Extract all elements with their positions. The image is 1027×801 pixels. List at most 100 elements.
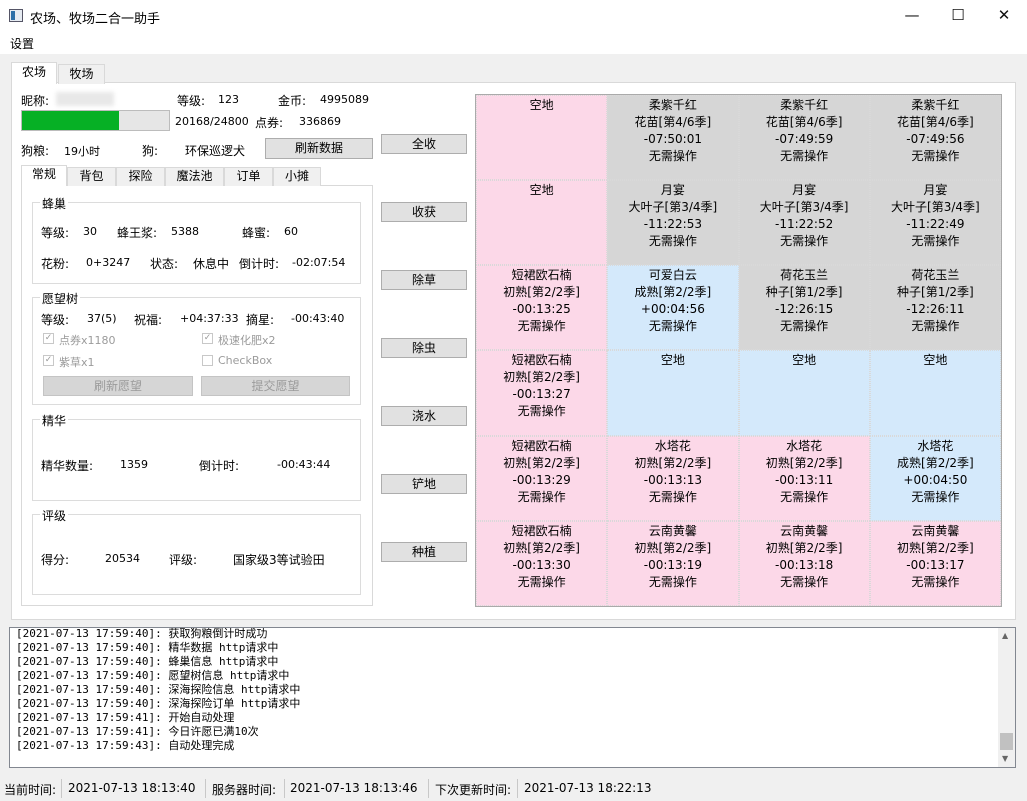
points-value: 336869 bbox=[299, 115, 341, 128]
menu-settings[interactable]: 设置 bbox=[10, 35, 34, 52]
checkbox-generic[interactable] bbox=[202, 355, 213, 366]
status-separator bbox=[428, 779, 429, 798]
plot-line: 初熟[第2/2季] bbox=[634, 540, 712, 555]
farm-plot[interactable]: 空地 bbox=[607, 350, 739, 436]
plot-line: 大叶子[第3/4季] bbox=[759, 200, 849, 215]
points-label: 点券: bbox=[255, 116, 284, 130]
essence-countdown-label: 倒计时: bbox=[199, 459, 240, 473]
farm-plot[interactable]: 月宴 大叶子[第3/4季] -11:22:52 无需操作 bbox=[738, 180, 870, 266]
farm-plot[interactable]: 荷花玉兰 种子[第1/2季] -12:26:15 无需操作 bbox=[738, 265, 870, 351]
plot-line: 云南黄馨 bbox=[911, 523, 960, 538]
tab-orders[interactable]: 订单 bbox=[224, 167, 273, 186]
plot-line: 初熟[第2/2季] bbox=[765, 455, 843, 470]
debug-button[interactable]: 除虫 bbox=[381, 338, 467, 358]
plot-line: 荷花玉兰 bbox=[780, 268, 829, 283]
plot-line: -11:22:49 bbox=[906, 217, 965, 232]
farm-plot[interactable]: 柔紫千红 花苗[第4/6季] -07:49:59 无需操作 bbox=[738, 95, 870, 181]
plot-line: 水塔花 bbox=[654, 438, 691, 453]
tab-general[interactable]: 常规 bbox=[21, 165, 67, 186]
farm-plot[interactable]: 水塔花 初熟[第2/2季] -00:13:11 无需操作 bbox=[738, 435, 870, 521]
farm-plot[interactable]: 短裙欧石楠 初熟[第2/2季] -00:13:27 无需操作 bbox=[476, 350, 608, 436]
shovel-button[interactable]: 铲地 bbox=[381, 474, 467, 494]
plot-line: 无需操作 bbox=[517, 574, 566, 589]
scroll-down-icon[interactable]: ▼ bbox=[1002, 754, 1008, 763]
checkbox-grass[interactable]: ✓ bbox=[43, 355, 54, 366]
plot-line: 无需操作 bbox=[648, 234, 697, 249]
bless-label: 祝福: bbox=[134, 313, 163, 327]
tab-farm[interactable]: 农场 bbox=[11, 62, 57, 84]
farm-plot[interactable]: 水塔花 成熟[第2/2季] +00:04:50 无需操作 bbox=[869, 435, 1001, 521]
harvest-button[interactable]: 收获 bbox=[381, 202, 467, 222]
essence-count-label: 精华数量: bbox=[41, 459, 94, 473]
hive-countdown: -02:07:54 bbox=[292, 256, 346, 269]
plant-button[interactable]: 种植 bbox=[381, 542, 467, 562]
farm-plot[interactable]: 柔紫千红 花苗[第4/6季] -07:50:01 无需操作 bbox=[607, 95, 739, 181]
nickname-label: 昵称: bbox=[21, 94, 50, 108]
score-label: 得分: bbox=[41, 553, 70, 567]
submit-wish-button[interactable]: 提交愿望 bbox=[201, 376, 350, 396]
tab-magic-pool[interactable]: 魔法池 bbox=[165, 167, 224, 186]
tab-ranch[interactable]: 牧场 bbox=[58, 64, 105, 84]
pollen: 0+3247 bbox=[86, 256, 131, 269]
plot-line: -00:13:29 bbox=[512, 472, 571, 487]
farm-plot[interactable]: 空地 bbox=[476, 180, 608, 266]
farm-plot[interactable]: 云南黄馨 初熟[第2/2季] -00:13:17 无需操作 bbox=[869, 520, 1001, 606]
scroll-up-icon[interactable]: ▲ bbox=[1002, 631, 1008, 640]
farm-plot[interactable]: 水塔花 初熟[第2/2季] -00:13:13 无需操作 bbox=[607, 435, 739, 521]
farm-plot[interactable]: 月宴 大叶子[第3/4季] -11:22:49 无需操作 bbox=[869, 180, 1001, 266]
plot-line: -07:49:59 bbox=[775, 132, 834, 146]
plot-line: 无需操作 bbox=[911, 149, 960, 163]
maximize-icon[interactable]: ☐ bbox=[935, 0, 981, 32]
scroll-thumb[interactable] bbox=[1000, 733, 1013, 750]
plot-line: -12:26:15 bbox=[775, 302, 834, 317]
log-scrollbar[interactable]: ▲ ▼ bbox=[998, 628, 1015, 767]
farm-plot[interactable]: 空地 bbox=[476, 95, 608, 181]
farm-plot[interactable]: 短裙欧石楠 初熟[第2/2季] -00:13:29 无需操作 bbox=[476, 435, 608, 521]
plot-line: 无需操作 bbox=[780, 319, 829, 334]
plot-line: -11:22:53 bbox=[643, 217, 702, 232]
close-icon[interactable]: ✕ bbox=[981, 0, 1027, 32]
plot-line: 成熟[第2/2季] bbox=[897, 455, 974, 470]
farm-plot[interactable]: 月宴 大叶子[第3/4季] -11:22:53 无需操作 bbox=[607, 180, 739, 266]
plot-line: +00:04:50 bbox=[903, 472, 968, 487]
hive-level-label: 等级: bbox=[41, 226, 70, 240]
plot-line: 水塔花 bbox=[917, 438, 954, 453]
farm-plot[interactable]: 云南黄馨 初熟[第2/2季] -00:13:18 无需操作 bbox=[738, 520, 870, 606]
plot-line: 成熟[第2/2季] bbox=[634, 285, 712, 300]
plot-line: 初熟[第2/2季] bbox=[634, 455, 712, 470]
farm-plot[interactable]: 柔紫千红 花苗[第4/6季] -07:49:56 无需操作 bbox=[869, 95, 1001, 181]
plot-line: 无需操作 bbox=[517, 489, 566, 504]
plot-line: 无需操作 bbox=[911, 319, 960, 334]
tab-stall[interactable]: 小摊 bbox=[273, 167, 321, 186]
farm-plot[interactable]: 云南黄馨 初熟[第2/2季] -00:13:19 无需操作 bbox=[607, 520, 739, 606]
minimize-icon[interactable]: — bbox=[889, 0, 935, 32]
farm-plot[interactable]: 短裙欧石楠 初熟[第2/2季] -00:13:30 无需操作 bbox=[476, 520, 608, 606]
plot-line: 初熟[第2/2季] bbox=[765, 540, 843, 555]
plot-line: 无需操作 bbox=[911, 574, 960, 589]
farm-plot[interactable]: 可爱白云 成熟[第2/2季] +00:04:56 无需操作 bbox=[607, 265, 739, 351]
tab-explore[interactable]: 探险 bbox=[116, 167, 165, 186]
plot-line: 花苗[第4/6季] bbox=[634, 115, 712, 129]
farm-plot[interactable]: 荷花玉兰 种子[第1/2季] -12:26:11 无需操作 bbox=[869, 265, 1001, 351]
app-icon bbox=[9, 9, 23, 22]
refresh-data-button[interactable]: 刷新数据 bbox=[265, 138, 373, 159]
farm-plot[interactable]: 短裙欧石楠 初熟[第2/2季] -00:13:25 无需操作 bbox=[476, 265, 608, 351]
weed-button[interactable]: 除草 bbox=[381, 270, 467, 290]
checkbox-fertilizer[interactable]: ✓ bbox=[202, 333, 213, 344]
plot-line: 空地 bbox=[923, 353, 948, 368]
tab-backpack[interactable]: 背包 bbox=[67, 167, 116, 186]
refresh-wish-button[interactable]: 刷新愿望 bbox=[43, 376, 193, 396]
checkbox-grass-label: 紫草x1 bbox=[59, 356, 95, 369]
farm-plot[interactable]: 空地 bbox=[738, 350, 870, 436]
plot-line: 空地 bbox=[792, 353, 817, 368]
plot-line: -00:13:30 bbox=[512, 557, 571, 572]
harvest-all-button[interactable]: 全收 bbox=[381, 134, 467, 154]
plot-line: 无需操作 bbox=[648, 149, 697, 163]
farm-plot[interactable]: 空地 bbox=[869, 350, 1001, 436]
water-button[interactable]: 浇水 bbox=[381, 406, 467, 426]
plot-line: -00:13:25 bbox=[512, 302, 571, 317]
dog-label: 狗: bbox=[142, 144, 159, 158]
checkbox-points[interactable]: ✓ bbox=[43, 333, 54, 344]
next-update-time: 2021-07-13 18:22:13 bbox=[524, 781, 652, 795]
plot-line: -00:13:13 bbox=[643, 472, 702, 487]
